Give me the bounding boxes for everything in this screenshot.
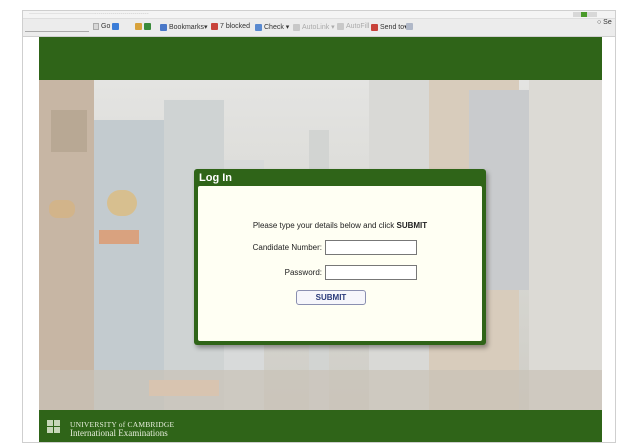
web-page: UNIVERSITY of CAMBRIDGE International Ex… <box>39 37 602 442</box>
autolink-label: AutoLink ▾ <box>302 24 335 31</box>
login-instructions: Please type your details below and click… <box>198 221 482 230</box>
wrench-icon <box>406 23 413 30</box>
send-icon <box>371 23 378 31</box>
crest-icon <box>47 420 65 438</box>
popup-blocker-button[interactable]: 7 blocked <box>211 23 250 30</box>
login-dialog: Log In Please type your details below an… <box>194 169 486 345</box>
autofill-icon <box>337 23 344 30</box>
browser-window: ········································… <box>22 10 616 443</box>
autofill-label: AutoFill <box>346 23 370 30</box>
settings-button[interactable] <box>406 23 413 30</box>
instructions-text: Please type your details below and click <box>252 221 397 230</box>
candidate-number-row: Candidate Number: <box>238 240 417 255</box>
bookmarks-label: Bookmarks▾ <box>169 24 208 31</box>
check-label: Check ▾ <box>264 24 290 31</box>
password-input[interactable] <box>325 265 417 280</box>
popup-blocked-icon <box>211 23 218 30</box>
login-title: Log In <box>199 172 232 184</box>
bookmarks-button[interactable]: Bookmarks▾ <box>160 23 208 31</box>
spellcheck-button[interactable]: Check ▾ <box>255 23 289 31</box>
password-label: Password: <box>284 268 322 277</box>
page-button[interactable]: ○ Se <box>597 19 615 37</box>
star-icon <box>160 23 167 31</box>
autolink-button[interactable]: AutoLink ▾ <box>293 23 335 31</box>
toolbar-icons-group[interactable] <box>135 23 151 30</box>
autolink-icon <box>293 23 300 31</box>
spellcheck-icon <box>255 23 262 31</box>
candidate-number-label: Candidate Number: <box>252 243 322 252</box>
heart-icon <box>135 23 142 30</box>
address-bar[interactable] <box>25 23 89 32</box>
password-row: Password: <box>238 265 417 280</box>
site-footer: UNIVERSITY of CAMBRIDGE International Ex… <box>39 410 602 442</box>
logo-line-2: International Examinations <box>70 428 168 438</box>
go-button[interactable]: Go <box>93 23 120 30</box>
search-icon <box>112 23 120 30</box>
status-line: ········································… <box>29 11 149 17</box>
dropdown-arrow-icon <box>93 23 99 30</box>
autofill-button[interactable]: AutoFill <box>337 23 369 30</box>
window-controls[interactable] <box>573 12 597 17</box>
browser-toolbar: Go Bookmarks▾ 7 blocked Check ▾ AutoLink… <box>23 19 615 37</box>
site-header-bar <box>39 37 602 80</box>
candidate-number-input[interactable] <box>325 240 417 255</box>
login-form: Please type your details below and click… <box>198 186 482 341</box>
sendto-button[interactable]: Send to▾ <box>371 23 408 31</box>
sendto-label: Send to▾ <box>380 24 408 31</box>
instructions-emphasis: SUBMIT <box>396 221 428 230</box>
browser-title-bar: ········································… <box>23 11 615 19</box>
submit-button[interactable]: SUBMIT <box>296 290 366 305</box>
blocked-label: 7 blocked <box>220 23 250 30</box>
cambridge-logo[interactable]: UNIVERSITY of CAMBRIDGE International Ex… <box>47 420 174 438</box>
go-label: Go <box>101 23 111 30</box>
page-label: ○ Se <box>597 19 612 26</box>
pagerank-icon <box>144 23 151 30</box>
